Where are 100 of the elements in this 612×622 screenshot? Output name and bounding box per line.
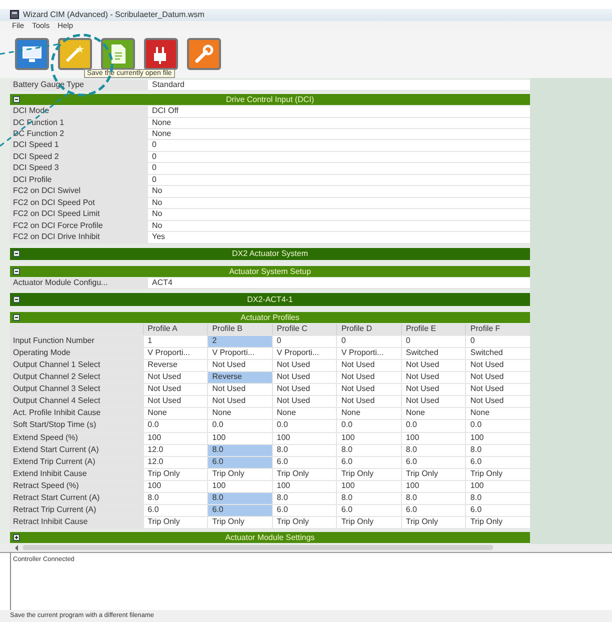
property-value[interactable]: 0 [148,174,530,186]
table-cell[interactable]: 6.0 [207,456,272,468]
table-cell[interactable]: 0 [465,336,530,347]
table-cell[interactable]: Not Used [400,396,466,408]
table-cell[interactable]: 6.0 [336,456,401,468]
table-cell[interactable]: 100 [465,480,530,492]
table-cell[interactable]: 12.0 [142,444,208,456]
table-cell[interactable]: Not Used [272,384,336,396]
table-cell[interactable]: 6.0 [142,505,208,516]
property-value[interactable]: No [148,220,530,232]
table-cell[interactable]: 8.0 [400,444,466,456]
section-header[interactable]: Drive Control Input (DCI) [10,94,530,106]
table-cell[interactable]: Trip Only [336,468,401,480]
table-cell[interactable]: Trip Only [400,517,466,528]
table-cell[interactable]: Not Used [465,360,530,372]
table-cell[interactable]: Reverse [207,372,272,384]
table-cell[interactable]: 12.0 [142,456,208,468]
table-cell[interactable]: 6.0 [400,456,466,468]
property-value[interactable]: No [148,186,530,197]
expand-toggle[interactable] [13,250,20,258]
table-cell[interactable]: Reverse [142,360,208,372]
expand-toggle[interactable] [13,268,20,276]
table-cell[interactable]: 0 [336,336,401,347]
table-cell[interactable]: 8.0 [465,493,530,504]
table-cell[interactable]: 8.0 [207,444,272,456]
section-header[interactable]: Actuator Profiles [10,312,530,323]
table-cell[interactable]: Trip Only [272,517,336,528]
toolbar-button[interactable] [144,38,178,70]
table-cell[interactable]: Trip Only [272,468,336,480]
scroll-left-icon[interactable] [14,544,20,551]
expand-toggle[interactable] [13,534,20,542]
table-cell[interactable]: 100 [336,432,401,444]
table-cell[interactable]: Trip Only [400,468,466,480]
table-cell[interactable]: Not Used [142,396,208,408]
property-value[interactable]: No [148,209,530,220]
section-header[interactable]: Actuator Module Settings [10,532,530,543]
table-cell[interactable]: 100 [465,432,530,444]
property-value[interactable]: None [148,129,530,140]
table-cell[interactable]: Not Used [336,384,401,396]
expand-toggle[interactable] [13,296,20,304]
table-cell[interactable]: Trip Only [207,468,272,480]
property-value[interactable]: 0 [148,163,530,174]
table-cell[interactable]: 8.0 [207,493,272,504]
table-cell[interactable]: Not Used [207,384,272,396]
table-cell[interactable]: Not Used [465,372,530,384]
table-cell[interactable]: Not Used [272,360,336,372]
table-cell[interactable]: Not Used [465,384,530,396]
table-cell[interactable]: Not Used [207,396,272,408]
property-value[interactable]: Yes [148,232,530,243]
table-cell[interactable]: Trip Only [465,468,530,480]
property-value[interactable]: 0 [148,140,530,151]
table-cell[interactable]: 0.0 [465,420,530,432]
table-cell[interactable]: None [465,408,530,420]
toolbar-button[interactable] [15,38,49,70]
table-cell[interactable]: Not Used [142,372,208,384]
property-value[interactable]: No [148,198,530,208]
table-cell[interactable]: Trip Only [142,468,208,480]
table-cell[interactable]: None [207,408,272,420]
table-cell[interactable]: Not Used [336,360,401,372]
property-value[interactable]: None [148,118,530,128]
table-cell[interactable]: 6.0 [465,456,530,468]
property-value[interactable]: DCI Off [148,106,530,117]
table-cell[interactable]: 8.0 [465,444,530,456]
table-cell[interactable]: None [336,408,401,420]
table-cell[interactable]: V Proporti... [336,348,401,359]
property-value[interactable]: 0 [148,152,530,162]
table-cell[interactable]: 1 [142,336,208,347]
table-cell[interactable]: 100 [400,432,466,444]
table-cell[interactable]: 8.0 [142,493,208,504]
table-cell[interactable]: Not Used [400,372,466,384]
table-cell[interactable]: 8.0 [272,444,336,456]
toolbar-button[interactable] [101,38,135,70]
table-cell[interactable]: 8.0 [336,444,401,456]
table-cell[interactable]: Not Used [400,360,466,372]
table-cell[interactable]: Not Used [272,396,336,408]
section-header[interactable]: DX2-ACT4-1 [10,293,530,306]
expand-toggle[interactable] [13,96,20,104]
table-cell[interactable]: 0.0 [272,420,336,432]
table-cell[interactable]: Not Used [336,372,401,384]
table-cell[interactable]: 6.0 [400,505,466,516]
table-cell[interactable]: Trip Only [336,517,401,528]
property-value[interactable]: ACT4 [148,278,530,288]
table-cell[interactable]: 0.0 [336,420,401,432]
table-cell[interactable]: V Proporti... [207,348,272,359]
table-cell[interactable]: 100 [207,480,272,492]
toolbar-button[interactable] [58,38,92,70]
table-cell[interactable]: 6.0 [465,505,530,516]
table-cell[interactable]: Not Used [142,384,208,396]
table-cell[interactable]: 6.0 [336,505,401,516]
property-value[interactable]: Standard [148,80,530,90]
table-cell[interactable]: 100 [207,432,272,444]
section-header[interactable]: DX2 Actuator System [10,248,530,260]
table-cell[interactable]: 6.0 [272,456,336,468]
table-cell[interactable]: 8.0 [336,493,401,504]
table-cell[interactable]: 8.0 [400,493,466,504]
table-cell[interactable]: 100 [336,480,401,492]
table-cell[interactable]: 100 [142,432,208,444]
table-cell[interactable]: None [272,408,336,420]
table-cell[interactable]: Trip Only [207,517,272,528]
table-cell[interactable]: 6.0 [272,505,336,516]
